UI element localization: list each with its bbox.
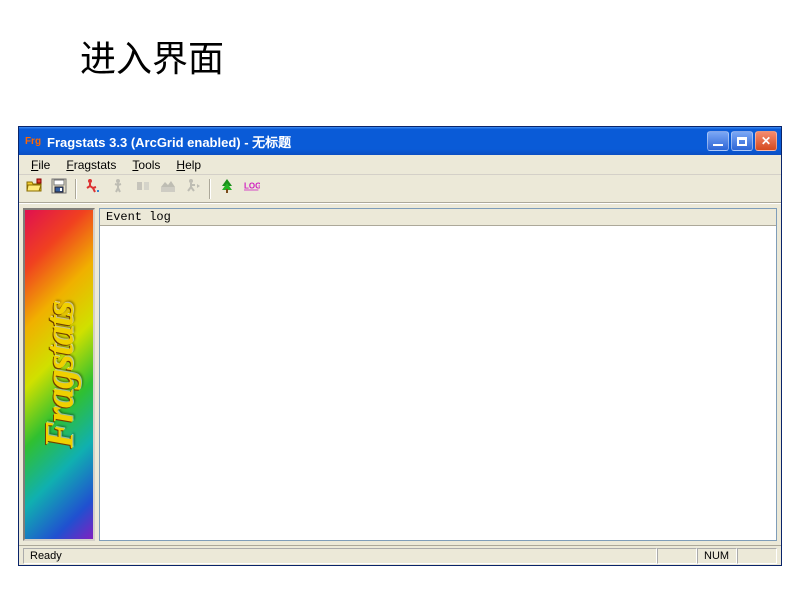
svg-text:LOG: LOG: [244, 181, 260, 190]
patch-metrics-button[interactable]: [107, 178, 129, 200]
run-params-button[interactable]: [82, 178, 104, 200]
app-icon: Frg: [25, 133, 41, 149]
menu-tools[interactable]: Tools: [124, 157, 168, 173]
status-cap: [657, 548, 697, 564]
menu-fragstats[interactable]: Fragstats: [58, 157, 124, 173]
status-ready: Ready: [23, 548, 657, 564]
event-log-body[interactable]: [100, 226, 776, 540]
floppy-disk-icon: [51, 178, 67, 199]
runner-icon: [85, 178, 101, 199]
save-button[interactable]: [48, 178, 70, 200]
log-icon: LOG: [244, 178, 260, 199]
close-button[interactable]: ✕: [755, 131, 777, 151]
landscape-metrics-button[interactable]: [157, 178, 179, 200]
toolbar-separator: [209, 179, 211, 199]
menubar: F/*noop*/ile Fragstats Tools Help: [19, 155, 781, 175]
status-scrl: [737, 548, 777, 564]
titlebar[interactable]: Frg Fragstats 3.3 (ArcGrid enabled) - 无标…: [19, 127, 781, 155]
log-button[interactable]: LOG: [241, 178, 263, 200]
statusbar: Ready NUM: [19, 545, 781, 565]
maximize-button[interactable]: [731, 131, 753, 151]
class-icon: [135, 178, 151, 199]
menu-file[interactable]: F/*noop*/ile: [23, 157, 58, 173]
client-area: Fragstats Event log: [19, 203, 781, 545]
folder-open-icon: [26, 178, 42, 199]
status-num: NUM: [697, 548, 737, 564]
window-controls: ✕: [707, 131, 777, 151]
menu-help[interactable]: Help: [168, 157, 209, 173]
toolbar-separator: [75, 179, 77, 199]
event-log-panel: Event log: [99, 208, 777, 541]
event-log-header: Event log: [100, 209, 776, 226]
browse-results-button[interactable]: [216, 178, 238, 200]
minimize-button[interactable]: [707, 131, 729, 151]
slide-heading: 进入界面: [0, 0, 800, 82]
execute-icon: [185, 178, 201, 199]
execute-button[interactable]: [182, 178, 204, 200]
sidebar-logo: Fragstats: [23, 208, 95, 541]
open-button[interactable]: [23, 178, 45, 200]
patch-icon: [110, 178, 126, 199]
app-window: Frg Fragstats 3.3 (ArcGrid enabled) - 无标…: [18, 126, 782, 566]
logo-text: Fragstats: [36, 301, 83, 448]
results-tree-icon: [219, 178, 235, 199]
landscape-icon: [160, 178, 176, 199]
window-title: Fragstats 3.3 (ArcGrid enabled) - 无标题: [47, 132, 707, 151]
class-metrics-button[interactable]: [132, 178, 154, 200]
toolbar: LOG: [19, 175, 781, 203]
